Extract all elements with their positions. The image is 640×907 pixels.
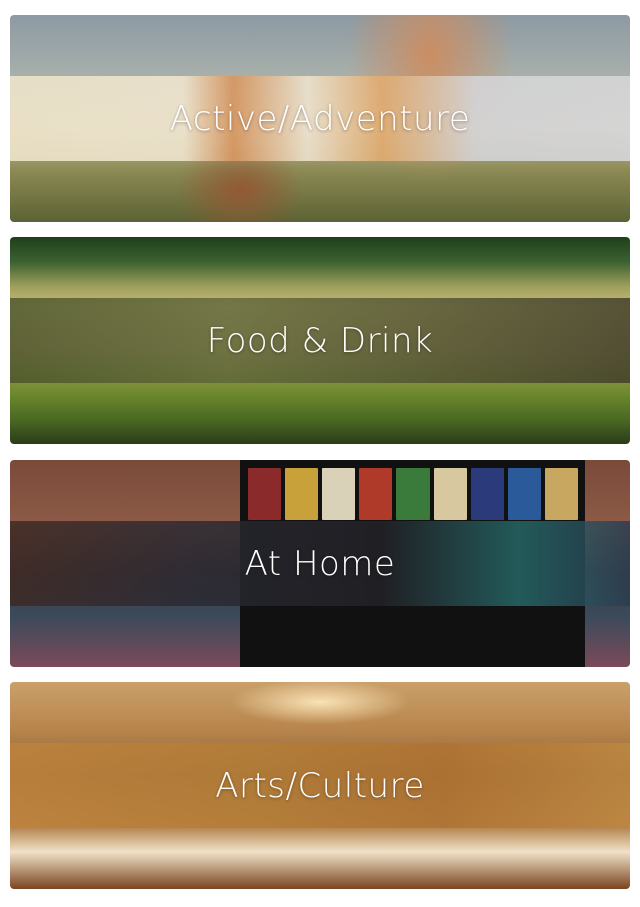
category-card-at-home[interactable]: At Home (10, 460, 630, 667)
category-label-band: Food & Drink (10, 298, 630, 383)
movie-posters (248, 468, 578, 520)
category-list: Active/Adventure Food & Drink At Home Ar… (0, 0, 640, 907)
category-label: At Home (244, 543, 396, 584)
category-label: Food & Drink (206, 320, 434, 361)
category-card-active-adventure[interactable]: Active/Adventure (10, 15, 630, 222)
category-label: Active/Adventure (169, 98, 471, 139)
category-card-food-drink[interactable]: Food & Drink (10, 237, 630, 444)
category-label-band: Arts/Culture (10, 743, 630, 828)
category-label-band: Active/Adventure (10, 76, 630, 161)
category-label: Arts/Culture (215, 765, 425, 806)
category-card-arts-culture[interactable]: Arts/Culture (10, 682, 630, 889)
category-label-band: At Home (10, 521, 630, 606)
